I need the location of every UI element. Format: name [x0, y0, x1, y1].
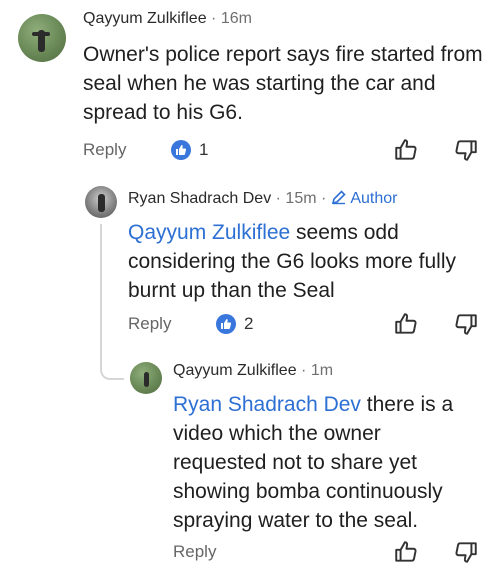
comment-3: Qayyum Zulkiflee · 1m Ryan Shadrach Dev … [0, 350, 500, 578]
thumbs-down-icon[interactable] [453, 311, 479, 342]
thumbs-up-icon[interactable] [393, 311, 419, 342]
thumbs-down-icon[interactable] [453, 539, 479, 570]
comment-author[interactable]: Ryan Shadrach Dev [128, 190, 271, 207]
comment-actions: Reply 2 [128, 310, 488, 340]
comment-meta: Ryan Shadrach Dev · 15m · Author [128, 189, 397, 208]
comment-meta: Qayyum Zulkiflee · 16m [83, 10, 252, 28]
comment-text: Qayyum Zulkiflee seems odd considering t… [128, 221, 456, 302]
comment-text: Ryan Shadrach Dev there is a video which… [173, 393, 454, 532]
separator: · [301, 362, 307, 379]
comment-text: Owner's police report says fire started … [83, 43, 483, 124]
comment-actions: Reply [173, 538, 493, 568]
separator: · [321, 190, 327, 207]
reply-button[interactable]: Reply [83, 140, 126, 160]
separator: · [211, 10, 217, 27]
comment-actions: Reply 1 [83, 136, 493, 166]
mention-link[interactable]: Qayyum Zulkiflee [128, 221, 290, 244]
thumbs-down-icon[interactable] [453, 137, 479, 168]
comment-1: Qayyum Zulkiflee · 16m Owner's police re… [0, 0, 500, 170]
thumbs-up-icon[interactable] [393, 539, 419, 570]
comment-meta: Qayyum Zulkiflee · 1m [173, 362, 333, 380]
like-count: 1 [199, 140, 209, 159]
reply-button[interactable]: Reply [173, 542, 216, 562]
avatar[interactable] [130, 362, 162, 394]
pencil-icon [331, 190, 346, 205]
author-badge: Author [331, 190, 398, 207]
comment-author[interactable]: Qayyum Zulkiflee [83, 10, 207, 27]
comment-time: 1m [310, 362, 334, 379]
comment-time: 16m [220, 10, 252, 27]
comment-author[interactable]: Qayyum Zulkiflee [173, 362, 297, 379]
author-badge-label: Author [350, 190, 398, 207]
avatar[interactable] [18, 14, 66, 62]
like-badge-icon [171, 140, 191, 160]
like-count: 2 [244, 314, 254, 333]
reply-button[interactable]: Reply [128, 314, 171, 334]
separator: · [275, 190, 281, 207]
avatar[interactable] [85, 186, 117, 218]
comment-2: Ryan Shadrach Dev · 15m · Author Qayyum … [0, 170, 500, 350]
mention-link[interactable]: Ryan Shadrach Dev [173, 393, 361, 416]
like-badge-icon [216, 314, 236, 334]
thumbs-up-icon[interactable] [393, 137, 419, 168]
comment-time: 15m [285, 190, 317, 207]
